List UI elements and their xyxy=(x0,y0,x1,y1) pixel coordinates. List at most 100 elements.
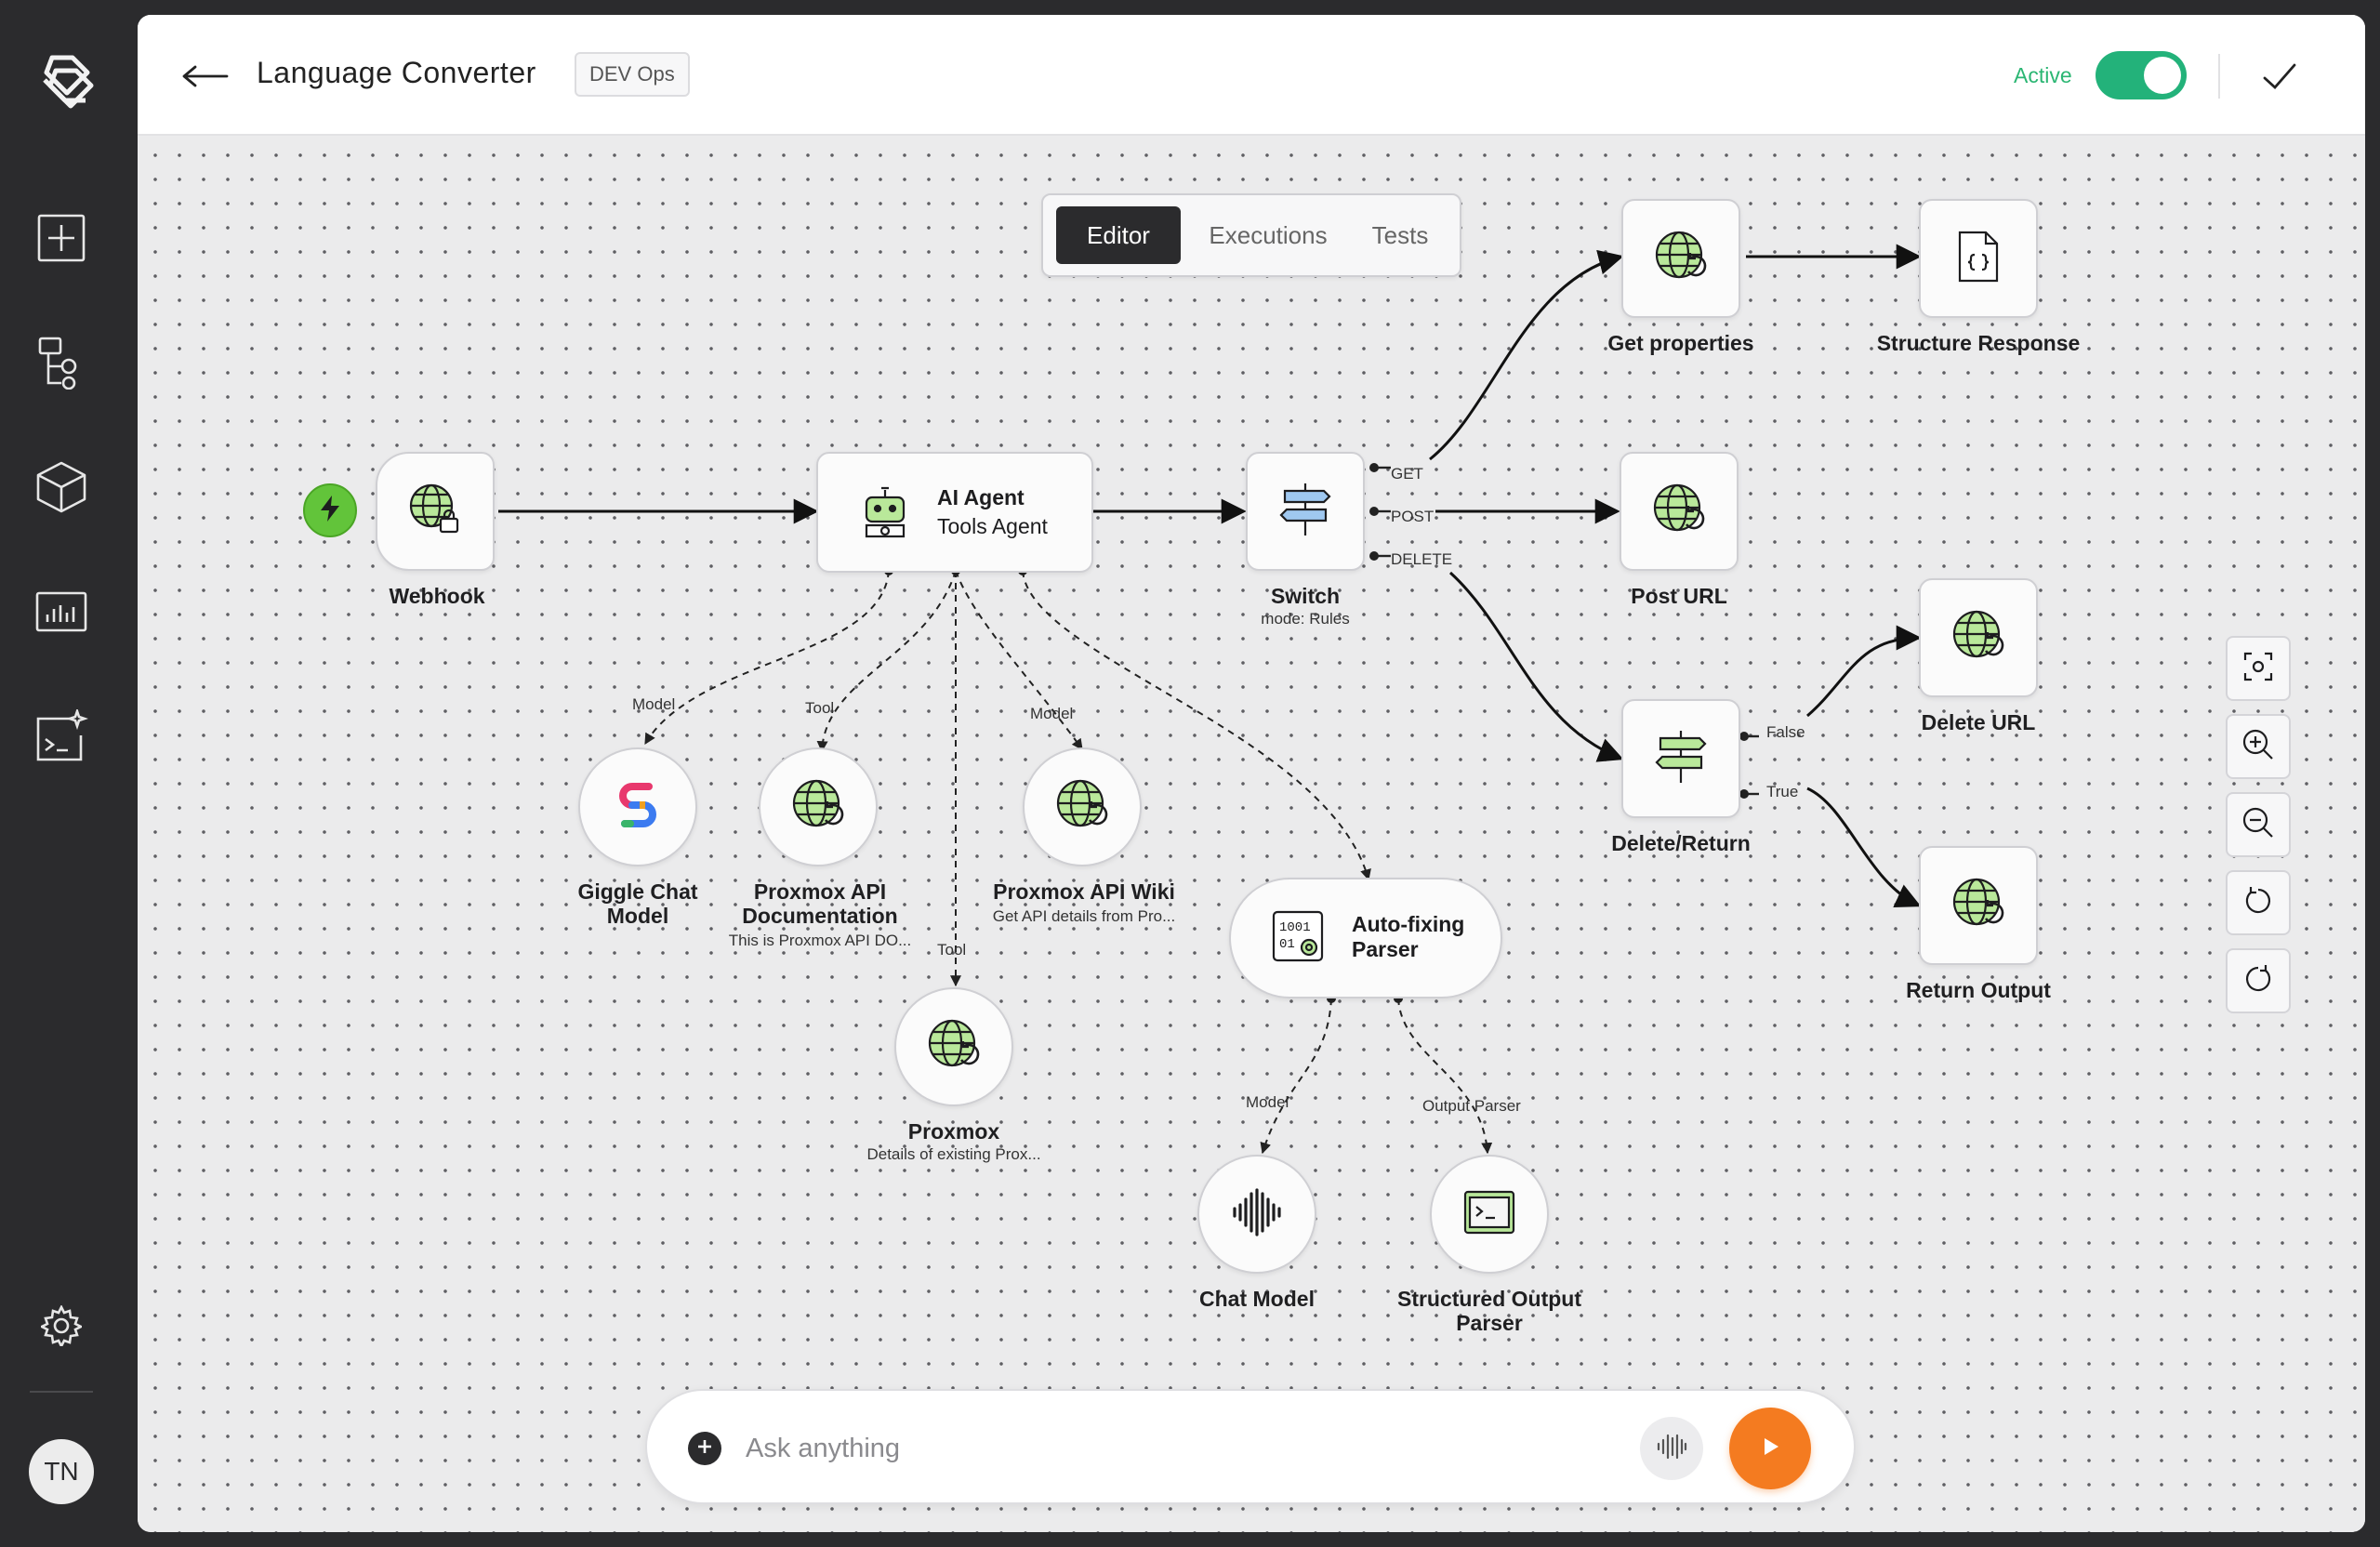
chat-bar xyxy=(645,1389,1856,1504)
node-giggle-chat-model[interactable] xyxy=(578,747,697,866)
sidebar-item-new[interactable] xyxy=(32,210,91,270)
terminal-window-icon xyxy=(1461,1188,1517,1241)
tab-executions[interactable]: Executions xyxy=(1192,206,1344,264)
zoom-in-icon xyxy=(2241,728,2275,766)
tab-tests[interactable]: Tests xyxy=(1350,206,1450,264)
edge-label-tool: Tool xyxy=(805,699,835,717)
node-label-webhook: Webhook xyxy=(389,584,485,608)
zoom-out-icon xyxy=(2241,806,2275,844)
svg-text:1001: 1001 xyxy=(1279,920,1311,935)
add-attachment-button[interactable] xyxy=(688,1432,721,1465)
node-delete-return[interactable] xyxy=(1621,699,1740,818)
node-label-get-properties: Get properties xyxy=(1607,331,1754,355)
tree-structure-icon xyxy=(36,336,86,394)
node-webhook[interactable] xyxy=(376,452,495,571)
node-delete-url[interactable] xyxy=(1919,578,2038,697)
node-label-delete-return: Delete/Return xyxy=(1611,831,1751,855)
edge-label-get: GET xyxy=(1391,465,1423,483)
signpost-icon xyxy=(1277,480,1333,544)
fit-view-button[interactable] xyxy=(2226,636,2291,701)
node-proxmox-api-wiki[interactable] xyxy=(1023,747,1142,866)
send-button[interactable] xyxy=(1729,1408,1811,1489)
active-toggle[interactable] xyxy=(2096,51,2187,99)
undo-button[interactable] xyxy=(2226,870,2291,935)
node-label-proxmox-api-doc: Proxmox API xyxy=(753,879,887,904)
arrow-left-icon xyxy=(178,65,231,99)
globe-lock-icon xyxy=(405,480,465,544)
tab-editor[interactable]: Editor xyxy=(1056,206,1181,264)
main-panel: Language Converter DEV Ops Active GET PO… xyxy=(138,15,2365,1532)
globe-refresh-icon xyxy=(1649,480,1709,544)
zoom-in-button[interactable] xyxy=(2226,714,2291,779)
giggle-logo-icon xyxy=(612,779,664,836)
play-icon xyxy=(1758,1435,1782,1463)
node-label-structure-response: Structure Response xyxy=(1876,331,2081,355)
voice-input-button[interactable] xyxy=(1640,1417,1703,1480)
node-title-auto-fixing: Auto-fixing xyxy=(1352,912,1465,936)
page-title: Language Converter xyxy=(257,56,536,89)
node-label-switch: Switch xyxy=(1270,584,1341,608)
checkmark-icon xyxy=(2259,63,2300,100)
sidebar-item-ai-terminal[interactable] xyxy=(32,707,91,768)
binary-gear-icon: 1001 01 xyxy=(1270,908,1326,969)
node-sub-switch: mode: Rules xyxy=(1261,610,1350,628)
edge-label-model: Model xyxy=(632,695,676,713)
edge-label-tool: Tool xyxy=(937,941,967,959)
node-auto-fixing-parser[interactable]: 1001 01 Auto-fixing Parser xyxy=(1229,878,1502,998)
trigger-node[interactable] xyxy=(303,483,357,537)
lightning-icon xyxy=(317,494,343,528)
node-label-proxmox-api-doc-2: Documentation xyxy=(742,904,898,928)
edge-label-post: POST xyxy=(1391,508,1435,525)
json-file-icon xyxy=(1956,229,2001,289)
svg-text:01: 01 xyxy=(1279,937,1295,952)
header: Language Converter DEV Ops Active xyxy=(138,15,2365,136)
node-proxmox[interactable] xyxy=(894,987,1013,1106)
project-tag[interactable]: DEV Ops xyxy=(575,52,690,97)
redo-icon xyxy=(2242,963,2274,999)
redo-button[interactable] xyxy=(2226,948,2291,1013)
node-sub-proxmox: Details of existing Prox... xyxy=(866,1145,1041,1163)
sidebar-item-analytics[interactable] xyxy=(32,584,91,643)
node-title-ai-agent: AI Agent xyxy=(937,485,1025,509)
node-label-delete-url: Delete URL xyxy=(1921,710,2036,734)
workflow-canvas[interactable]: GET POST DELETE False True Model Tool Mo… xyxy=(138,138,2365,1532)
node-sub-proxmox-api-wiki: Get API details from Pro... xyxy=(992,907,1176,925)
globe-refresh-icon xyxy=(788,775,848,840)
edge-label-true: True xyxy=(1766,783,1799,800)
node-proxmox-api-doc[interactable] xyxy=(759,747,878,866)
toggle-knob xyxy=(2144,57,2181,94)
node-structured-output-parser[interactable] xyxy=(1430,1155,1549,1274)
node-label-proxmox: Proxmox xyxy=(907,1119,1000,1144)
node-label-structured-parser: Structured Output xyxy=(1396,1287,1582,1311)
node-ai-agent[interactable]: AI Agent Tools Agent xyxy=(816,452,1093,573)
chat-input[interactable] xyxy=(746,1419,1582,1478)
waveform-icon xyxy=(1655,1432,1688,1466)
back-button[interactable] xyxy=(178,58,231,95)
node-sub-proxmox-api-doc: This is Proxmox API DO... xyxy=(728,932,912,949)
node-structure-response[interactable] xyxy=(1919,199,2038,318)
node-switch[interactable] xyxy=(1246,452,1365,571)
edge-label-model: Model xyxy=(1030,705,1074,722)
fit-view-icon xyxy=(2242,651,2274,687)
bar-chart-icon xyxy=(34,590,88,638)
zoom-out-button[interactable] xyxy=(2226,792,2291,857)
avatar[interactable]: TN xyxy=(29,1439,94,1504)
globe-refresh-icon xyxy=(1949,606,2008,670)
cube-icon xyxy=(34,460,88,519)
gear-icon xyxy=(39,1303,84,1351)
sidebar: TN xyxy=(0,0,138,1547)
node-post-url[interactable] xyxy=(1620,452,1739,571)
edge-label-model: Model xyxy=(1246,1093,1289,1111)
save-button[interactable] xyxy=(2259,56,2300,97)
node-return-output[interactable] xyxy=(1919,846,2038,965)
sidebar-item-packages[interactable] xyxy=(32,459,91,519)
globe-refresh-icon xyxy=(1949,874,2008,938)
settings-button[interactable] xyxy=(32,1298,91,1357)
node-get-properties[interactable] xyxy=(1621,199,1740,318)
app-logo-icon[interactable] xyxy=(24,37,108,121)
edge-label-output-parser: Output Parser xyxy=(1422,1097,1521,1115)
node-chat-model[interactable] xyxy=(1197,1155,1316,1274)
sidebar-item-workflows[interactable] xyxy=(32,335,91,394)
node-label-structured-parser-2: Parser xyxy=(1456,1311,1523,1335)
node-label-giggle: Giggle Chat xyxy=(577,879,698,904)
